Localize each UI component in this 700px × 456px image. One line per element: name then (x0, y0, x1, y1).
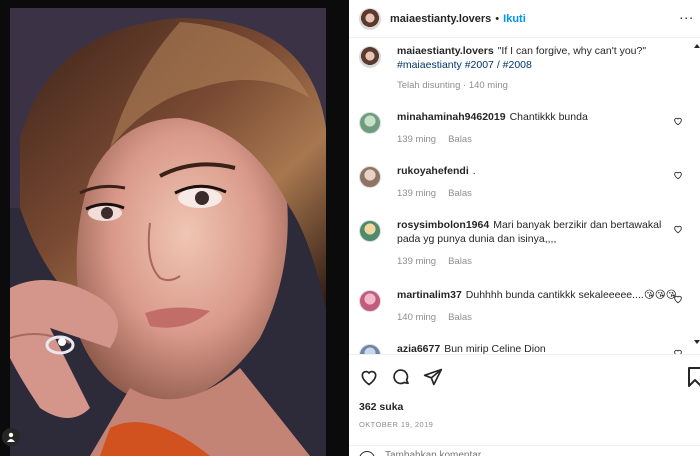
post-media[interactable] (0, 0, 349, 456)
reply-button[interactable]: Balas (448, 256, 472, 267)
like-comment-icon[interactable] (673, 116, 683, 126)
reply-button[interactable]: Balas (448, 188, 472, 199)
post-date: OKTOBER 19, 2019 (359, 420, 434, 429)
comment-row: martinalim37 Duhhhh bunda cantikkk sekale… (359, 288, 689, 323)
person-icon (7, 432, 15, 442)
bookmark-icon[interactable] (688, 367, 700, 387)
post-author-username[interactable]: maiaestianty.lovers (390, 13, 491, 25)
emoji-icon[interactable] (359, 451, 375, 456)
comment-text: . (472, 165, 476, 177)
avatar[interactable] (359, 7, 381, 30)
avatar[interactable] (359, 220, 381, 242)
share-icon[interactable] (423, 367, 443, 387)
post-panel: maiaestianty.lovers • Ikuti ... maiaesti… (349, 0, 700, 456)
comment-time: 140 ming (397, 312, 437, 323)
comment-username[interactable]: martinalim37 (397, 289, 462, 301)
like-comment-icon[interactable] (673, 224, 683, 234)
scrollbar[interactable] (694, 44, 700, 344)
caption-edited: Telah disunting · 140 ming (397, 80, 508, 91)
separator-dot: • (495, 12, 500, 25)
comment-time: 139 ming (397, 188, 437, 199)
like-comment-icon[interactable] (673, 170, 683, 180)
user-tag-icon[interactable] (2, 428, 20, 446)
comment-time: 139 ming (397, 256, 437, 267)
comment-text: Duhhhh bunda cantikkk sekaleeeee....😘😘😘 (465, 289, 677, 301)
comments-list[interactable]: maiaestianty.lovers "If I can forgive, wh… (349, 38, 700, 354)
comment-row: azia6677 Bun mirip Celine Dion (359, 342, 689, 354)
comment-username[interactable]: rosysimbolon1964 (397, 219, 489, 231)
avatar[interactable] (359, 166, 381, 188)
caption: maiaestianty.lovers "If I can forgive, wh… (359, 44, 689, 91)
caption-username[interactable]: maiaestianty.lovers (397, 45, 494, 57)
comment-username[interactable]: rukoyahefendi (397, 165, 469, 177)
comment-time: 139 ming (397, 134, 437, 145)
comment-username[interactable]: minahaminah9462019 (397, 111, 506, 123)
comment-row: rosysimbolon1964 Mari banyak berzikir dan… (359, 218, 689, 267)
caption-hashtags[interactable]: #maiaestianty #2007 / #2008 (397, 58, 687, 72)
follow-button[interactable]: Ikuti (503, 13, 526, 25)
more-options-icon[interactable]: ... (679, 6, 694, 22)
post-actions: 362 suka OKTOBER 19, 2019 (349, 354, 700, 456)
avatar[interactable] (359, 344, 381, 354)
avatar[interactable] (359, 112, 381, 134)
caption-text: "If I can forgive, why can't you?" (497, 45, 647, 57)
post-header: maiaestianty.lovers • Ikuti ... (349, 0, 700, 38)
comment-icon[interactable] (391, 367, 411, 387)
reply-button[interactable]: Balas (448, 312, 472, 323)
avatar[interactable] (359, 290, 381, 312)
comment-text: Chantikkk bunda (509, 111, 588, 123)
add-comment-bar (349, 445, 700, 456)
avatar[interactable] (359, 46, 381, 68)
post-photo[interactable] (10, 8, 326, 456)
comment-row: minahaminah9462019 Chantikkk bunda 139 mi… (359, 110, 689, 145)
likes-count[interactable]: 362 suka (359, 401, 403, 413)
like-comment-icon[interactable] (673, 294, 683, 304)
like-icon[interactable] (359, 367, 379, 387)
reply-button[interactable]: Balas (448, 134, 472, 145)
comment-text: Bun mirip Celine Dion (444, 343, 546, 354)
comment-username[interactable]: azia6677 (397, 343, 440, 354)
portrait-illustration (10, 8, 326, 456)
comment-row: rukoyahefendi. 139 ming Balas (359, 164, 689, 199)
comment-input[interactable] (385, 450, 635, 456)
